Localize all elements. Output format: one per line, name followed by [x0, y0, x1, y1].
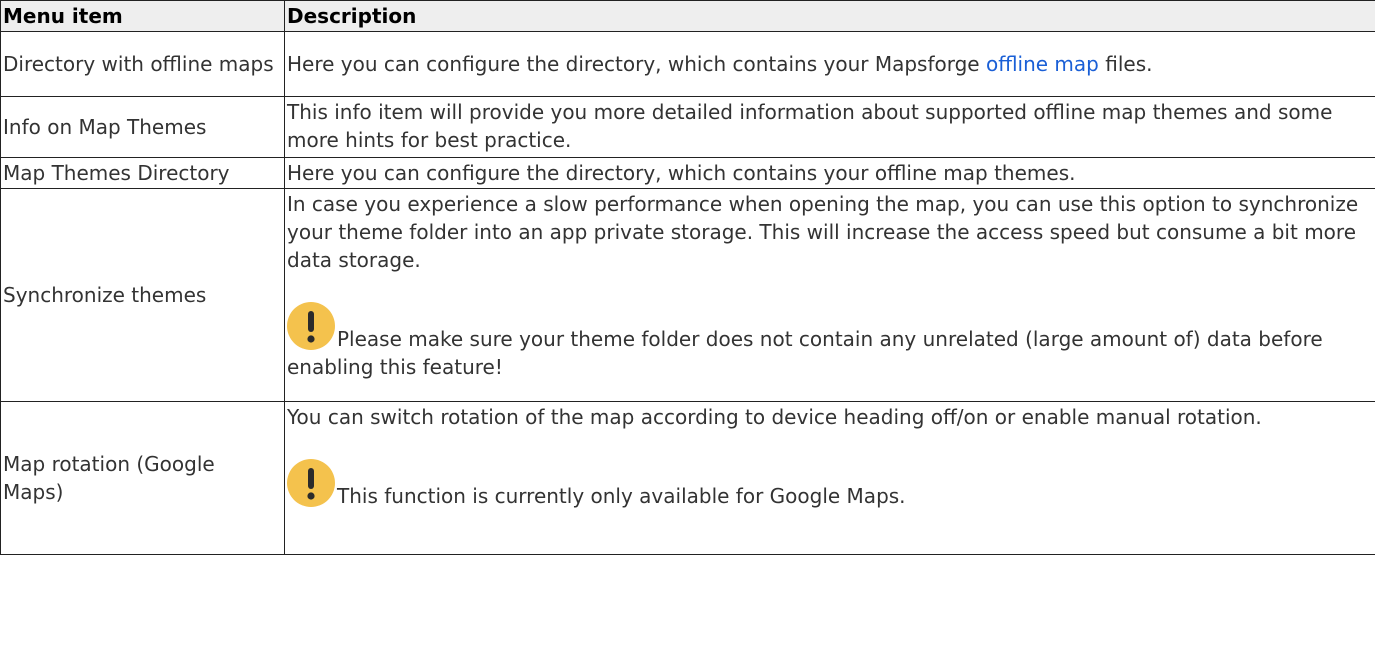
warning-note: Please make sure your theme folder does …	[287, 302, 1372, 381]
warning-note-text: Please make sure your theme folder does …	[287, 327, 1323, 379]
description-cell: Here you can configure the directory, wh…	[284, 157, 1375, 189]
exclamation-warning-icon	[287, 459, 335, 507]
table-row: Synchronize themes In case you experienc…	[0, 188, 1375, 402]
header-menu-item: Menu item	[0, 0, 285, 32]
table-row: Directory with offline maps Here you can…	[0, 31, 1375, 97]
offline-map-link[interactable]: offline map	[986, 52, 1099, 76]
description-cell: This info item will provide you more det…	[284, 96, 1375, 158]
table-row: Map Themes Directory Here you can config…	[0, 157, 1375, 189]
warning-note: This function is currently only availabl…	[287, 459, 1372, 510]
description-cell: In case you experience a slow performanc…	[284, 188, 1375, 402]
menu-item-cell: Synchronize themes	[0, 188, 285, 402]
description-text: You can switch rotation of the map accor…	[287, 405, 1262, 429]
menu-items-table: Menu item Description Directory with off…	[0, 0, 1375, 555]
menu-item-cell: Map rotation (Google Maps)	[0, 401, 285, 555]
table-row: Map rotation (Google Maps) You can switc…	[0, 401, 1375, 555]
menu-item-cell: Map Themes Directory	[0, 157, 285, 189]
description-text: Here you can configure the directory, wh…	[287, 52, 986, 76]
description-text-end: files.	[1098, 52, 1153, 76]
header-description: Description	[284, 0, 1375, 32]
description-cell: You can switch rotation of the map accor…	[284, 401, 1375, 555]
menu-item-cell: Directory with offline maps	[0, 31, 285, 97]
warning-note-text: This function is currently only availabl…	[337, 484, 906, 508]
exclamation-warning-icon	[287, 302, 335, 350]
description-cell: Here you can configure the directory, wh…	[284, 31, 1375, 97]
table-header-row: Menu item Description	[0, 0, 1375, 32]
table-row: Info on Map Themes This info item will p…	[0, 96, 1375, 158]
description-text: In case you experience a slow performanc…	[287, 192, 1359, 272]
menu-item-cell: Info on Map Themes	[0, 96, 285, 158]
